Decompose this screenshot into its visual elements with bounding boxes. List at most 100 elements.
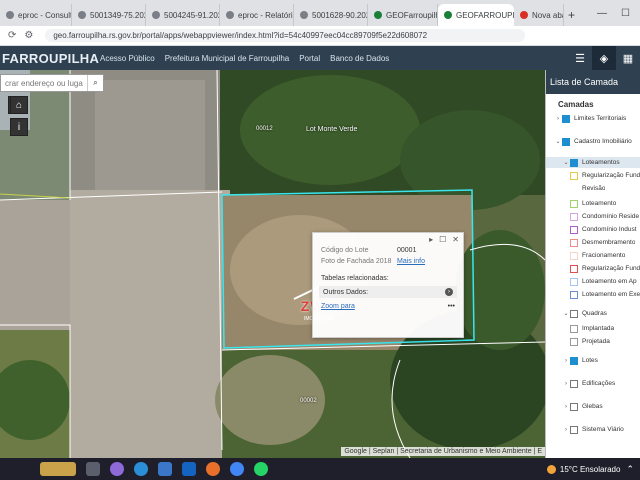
- other-data-label: Outros Dados:: [323, 288, 369, 296]
- layer-item[interactable]: › Lotes: [546, 355, 640, 366]
- legend-item: Condomínio Indust: [546, 224, 640, 235]
- popup-next-icon[interactable]: ▸: [429, 235, 433, 244]
- layer-item[interactable]: ⌄ Loteamentos: [546, 157, 640, 168]
- task-view-icon[interactable]: [86, 462, 100, 476]
- legend-item: Condomínio Reside: [546, 211, 640, 222]
- layer-item[interactable]: ⌄ Quadras: [546, 308, 640, 319]
- firefox-icon[interactable]: [206, 462, 220, 476]
- app-header: FARROUPILHA Acesso Público Prefeitura Mu…: [0, 46, 640, 70]
- other-data-row[interactable]: Outros Dados: ›: [319, 286, 457, 298]
- layer-item[interactable]: › Sistema Viário: [546, 424, 640, 435]
- layer-list-title: Lista de Camada: [546, 70, 640, 94]
- expand-icon[interactable]: ›: [554, 116, 562, 122]
- menu-item[interactable]: Portal: [299, 54, 320, 63]
- widget-app-icon[interactable]: [40, 462, 76, 476]
- maximize-icon[interactable]: ☐: [621, 8, 630, 19]
- layer-item[interactable]: ⌄ Cadastro Imobiliário: [546, 136, 640, 147]
- layers-section-title: Camadas: [558, 100, 594, 109]
- popup-maximize-icon[interactable]: ☐: [439, 235, 446, 244]
- browser-tab[interactable]: 5001349-75.2024.8.21: [72, 4, 146, 26]
- browser-tab[interactable]: eproc - Relatório d: [220, 4, 294, 26]
- legend-swatch: [570, 337, 578, 346]
- weather-widget[interactable]: 15°C Ensolarado: [546, 464, 627, 474]
- more-info-link[interactable]: Mais info: [397, 258, 425, 265]
- new-tab-icon[interactable]: +: [568, 8, 575, 22]
- browser-tab[interactable]: Nova aba: [514, 4, 564, 26]
- edge-browser-icon[interactable]: [134, 462, 148, 476]
- expand-icon[interactable]: ›: [562, 404, 570, 410]
- menu-item[interactable]: Acesso Público: [100, 54, 155, 63]
- legend-swatch: [570, 251, 578, 260]
- os-taskbar: 15°C Ensolarado ⌃: [0, 458, 640, 480]
- browser-tab-strip: eproc - Consulta P 5001349-75.2024.8.21 …: [0, 0, 640, 26]
- browser-tab[interactable]: GEOFarroupilha: [368, 4, 438, 26]
- legend-swatch: [570, 199, 578, 208]
- menu-item[interactable]: Banco de Dados: [330, 54, 389, 63]
- legend-item: Desmembramento: [546, 237, 640, 248]
- expand-icon[interactable]: ›: [562, 381, 570, 387]
- copilot-icon[interactable]: [110, 462, 124, 476]
- more-actions-icon[interactable]: •••: [448, 303, 455, 310]
- legend-item: Loteamento em Ap: [546, 276, 640, 287]
- expand-icon[interactable]: ›: [562, 427, 570, 433]
- legend-item: Revisão: [582, 185, 606, 192]
- parcel-label: 00012: [256, 126, 273, 132]
- collapse-icon[interactable]: ⌄: [562, 310, 570, 317]
- home-button[interactable]: ⌂: [10, 96, 28, 114]
- layer-checkbox[interactable]: [562, 114, 570, 123]
- layer-list-icon[interactable]: ◈: [592, 46, 616, 70]
- expand-icon[interactable]: ›: [562, 358, 570, 364]
- map-view[interactable]: crar endereço ou luga ⌕ ⌂ ⌂ ⌂ ⌂ ⌂ ⌂ ⌂ ⌂ …: [0, 70, 545, 458]
- legend-swatch: [570, 277, 578, 286]
- info-icon[interactable]: i: [10, 118, 28, 136]
- legend-swatch: [570, 238, 578, 247]
- legend-swatch: [570, 212, 578, 221]
- basemap-gallery-icon[interactable]: ▦: [616, 46, 640, 70]
- url-field[interactable]: geo.farroupilha.rs.gov.br/portal/apps/we…: [45, 29, 526, 42]
- chrome-icon[interactable]: [230, 462, 244, 476]
- lot-name-label: Lot Monte Verde: [306, 126, 358, 133]
- layer-checkbox[interactable]: [570, 356, 578, 365]
- map-attribution: Google | Seplan | Secretaria de Urbanism…: [341, 447, 545, 456]
- layer-checkbox[interactable]: [570, 158, 578, 167]
- browser-tab-active[interactable]: GEOFARROUPILHA✕: [438, 4, 514, 26]
- minimize-icon[interactable]: —: [597, 8, 607, 19]
- whatsapp-icon[interactable]: [254, 462, 268, 476]
- collapse-icon[interactable]: ⌄: [554, 138, 562, 145]
- layer-item[interactable]: › Limites Territoriais: [546, 113, 640, 124]
- layer-checkbox[interactable]: [570, 379, 578, 388]
- layer-checkbox[interactable]: [570, 402, 578, 411]
- address-search[interactable]: crar endereço ou luga ⌕: [0, 74, 104, 92]
- browser-tab[interactable]: 5004245-91.2024.8.21: [146, 4, 220, 26]
- reload-icon[interactable]: ⟳: [8, 30, 16, 41]
- favicon-icon: [374, 11, 382, 19]
- layer-item[interactable]: › Edificações: [546, 378, 640, 389]
- address-bar: ⟳ ⚙ geo.farroupilha.rs.gov.br/portal/app…: [0, 26, 640, 46]
- popup-header: ▸ ☐ ✕: [313, 233, 463, 245]
- layer-item[interactable]: › Glebas: [546, 401, 640, 412]
- collapse-icon[interactable]: ⌄: [562, 159, 570, 166]
- zoom-to-link[interactable]: Zoom para: [321, 303, 355, 310]
- layer-checkbox[interactable]: [570, 309, 578, 318]
- store-icon[interactable]: [158, 462, 172, 476]
- popup-footer: Zoom para •••: [313, 301, 463, 312]
- menu-item[interactable]: Prefeitura Municipal de Farroupilha: [165, 54, 290, 63]
- legend-item: Regularização Fund: [546, 263, 640, 274]
- search-input[interactable]: crar endereço ou luga: [5, 79, 83, 88]
- legend-swatch: [570, 225, 578, 234]
- legend-item: Fracionamento: [546, 250, 640, 261]
- legend-list-icon[interactable]: ☰: [568, 46, 592, 70]
- header-tools: ☰ ◈ ▦: [568, 46, 640, 70]
- search-icon[interactable]: ⌕: [87, 75, 103, 91]
- site-info-icon[interactable]: ⚙: [24, 30, 33, 41]
- browser-tab[interactable]: eproc - Consulta P: [0, 4, 72, 26]
- legend-swatch: [570, 290, 578, 299]
- system-tray-icon[interactable]: ⌃: [626, 464, 640, 475]
- layer-checkbox[interactable]: [562, 137, 570, 146]
- legend-swatch: [570, 264, 578, 273]
- popup-close-icon[interactable]: ✕: [452, 235, 459, 244]
- browser-tab[interactable]: 5001628-90.2024.8.21: [294, 4, 368, 26]
- outlook-icon[interactable]: [182, 462, 196, 476]
- parcel-label: 00002: [300, 398, 317, 404]
- layer-checkbox[interactable]: [570, 425, 578, 434]
